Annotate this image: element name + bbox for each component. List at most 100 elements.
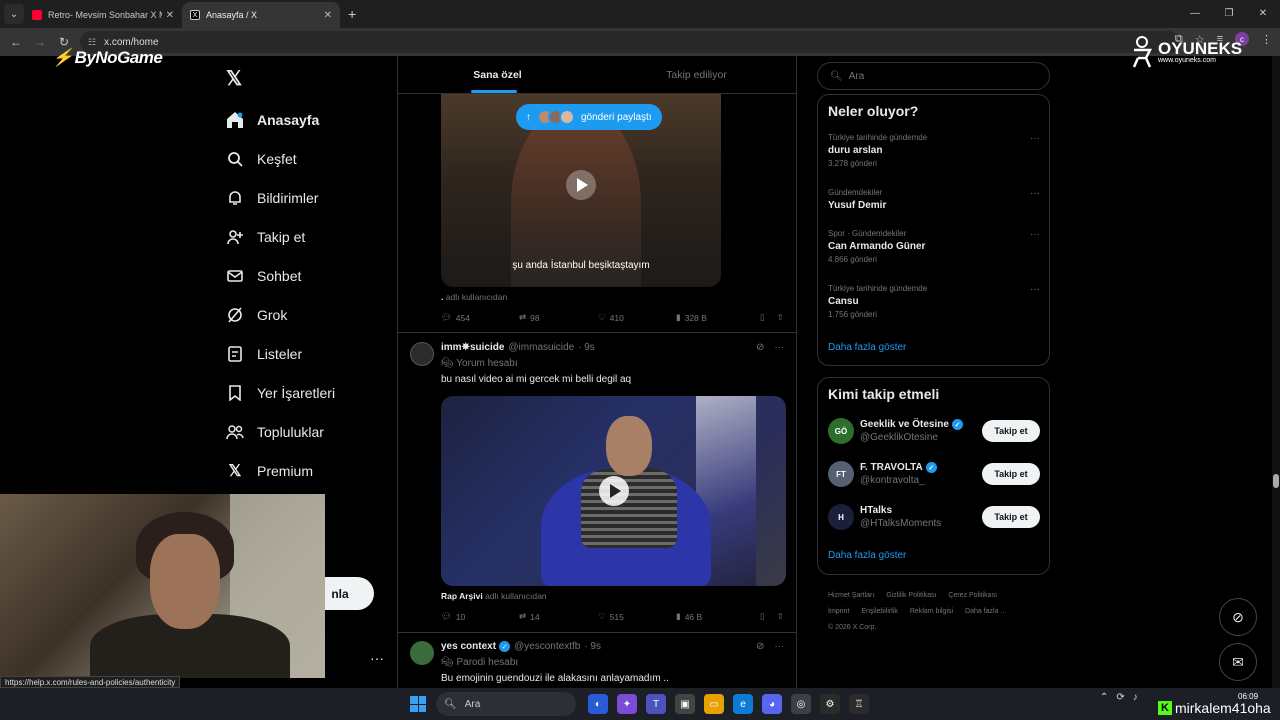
- author-name[interactable]: yes context: [441, 641, 496, 652]
- trend-item[interactable]: Spor · Gündemdekiler Can Armando Güner 4…: [828, 229, 1040, 264]
- show-more-trends-link[interactable]: Daha fazla göster: [828, 342, 906, 353]
- follow-suggestion[interactable]: H HTalks @HTalksMoments Takip et: [828, 501, 1040, 533]
- sidebar-item-premium[interactable]: 𝕏 Premium: [226, 451, 335, 490]
- like-button[interactable]: ♡ 410: [598, 312, 676, 323]
- repost-button[interactable]: ⇄ 14: [519, 611, 598, 622]
- close-tab-icon[interactable]: ✕: [324, 10, 332, 21]
- address-bar[interactable]: ☷ x.com/home: [80, 31, 1180, 53]
- copilot-icon[interactable]: ✦: [617, 694, 637, 714]
- reply-button[interactable]: 💬︎ 454: [441, 312, 519, 323]
- footer-link[interactable]: Çerez Politikası: [948, 592, 997, 599]
- menu-icon[interactable]: ⋮: [1261, 33, 1272, 46]
- views-button[interactable]: ▮ 328 B: [676, 312, 756, 323]
- close-window-button[interactable]: ✕: [1246, 0, 1280, 28]
- sidebar-item-follow[interactable]: Takip et: [226, 217, 335, 256]
- browser-tab-x[interactable]: X Anasayfa / X ✕: [182, 2, 340, 28]
- microphone-icon[interactable]: ♪: [1133, 692, 1138, 703]
- avatar[interactable]: [410, 342, 434, 366]
- follow-button[interactable]: Takip et: [982, 506, 1040, 528]
- sidebar-item-bookmarks[interactable]: Yer İşaretleri: [226, 373, 335, 412]
- folder-icon[interactable]: ▭: [704, 694, 724, 714]
- teams-icon[interactable]: T: [646, 694, 666, 714]
- store-icon[interactable]: ▣: [675, 694, 695, 714]
- search-input[interactable]: 🔍︎ Ara: [817, 62, 1050, 90]
- edge-icon[interactable]: e: [733, 694, 753, 714]
- sidebar-item-grok[interactable]: Grok: [226, 295, 335, 334]
- chevron-up-icon[interactable]: ⌃: [1100, 692, 1108, 703]
- site-info-icon[interactable]: ☷: [88, 37, 96, 48]
- repost-button[interactable]: ⇄ 98: [519, 312, 598, 323]
- sidebar-item-home[interactable]: Anasayfa: [226, 100, 335, 139]
- tab-search-dropdown[interactable]: ⌄: [4, 4, 24, 24]
- more-icon[interactable]: ···: [1030, 133, 1040, 144]
- more-icon[interactable]: ···: [1030, 229, 1040, 240]
- taskbar-search[interactable]: 🔍︎ Ara: [436, 692, 576, 716]
- start-button[interactable]: [410, 696, 426, 712]
- like-button[interactable]: ♡ 515: [598, 611, 676, 622]
- tweet-time[interactable]: · 9s: [584, 641, 601, 652]
- tweet-time[interactable]: · 9s: [578, 342, 595, 353]
- network-icon[interactable]: ⟳: [1116, 692, 1124, 703]
- sidebar-item-chat[interactable]: Sohbet: [226, 256, 335, 295]
- new-tab-button[interactable]: +: [348, 6, 356, 22]
- app-icon[interactable]: ◐: [588, 694, 608, 714]
- bookmark-icon[interactable]: ▯: [760, 312, 765, 323]
- maximize-button[interactable]: ❐: [1212, 0, 1246, 28]
- sidebar-item-communities[interactable]: Topluluklar: [226, 412, 335, 451]
- play-icon[interactable]: [599, 476, 629, 506]
- minimize-button[interactable]: —: [1178, 0, 1212, 28]
- show-more-suggestions-link[interactable]: Daha fazla göster: [828, 550, 906, 561]
- bookmark-icon[interactable]: ▯: [760, 611, 765, 622]
- scrollbar-thumb[interactable]: [1273, 474, 1279, 488]
- tab-for-you[interactable]: Sana özel: [398, 56, 597, 93]
- author-name[interactable]: imm✵suicide: [441, 342, 504, 353]
- follow-button[interactable]: Takip et: [982, 463, 1040, 485]
- grok-icon[interactable]: ⊘: [756, 342, 764, 353]
- trend-item[interactable]: Türkiye tarihinde gündemde Cansu 1.756 g…: [828, 284, 1040, 319]
- play-icon[interactable]: [566, 170, 596, 200]
- tab-following[interactable]: Takip ediliyor: [597, 56, 796, 93]
- more-icon[interactable]: ···: [1030, 284, 1040, 295]
- footer-link[interactable]: Reklam bilgisi: [910, 608, 953, 615]
- chrome-icon[interactable]: ◎: [791, 694, 811, 714]
- attribution-name[interactable]: Rap Arşivi: [441, 591, 483, 601]
- more-icon[interactable]: ···: [774, 641, 784, 652]
- footer-link[interactable]: Gizlilik Politikası: [886, 592, 936, 599]
- new-posts-pill[interactable]: ↑ gönderi paylaştı: [516, 104, 662, 130]
- follow-suggestion[interactable]: FT F. TRAVOLTA ✓ @kontravolta_ Takip et: [828, 458, 1040, 490]
- footer-link[interactable]: İmprint: [828, 608, 849, 615]
- forward-button[interactable]: →: [28, 35, 52, 49]
- footer-link[interactable]: Daha fazla ...: [965, 608, 1006, 615]
- footer-link[interactable]: Erişilebilirlik: [861, 608, 898, 615]
- attribution-name[interactable]: .: [441, 292, 443, 302]
- sidebar-item-lists[interactable]: Listeler: [226, 334, 335, 373]
- follow-suggestion[interactable]: GÖ Geeklik ve Ötesine ✓ @GeeklikOtesine T…: [828, 415, 1040, 447]
- more-icon[interactable]: ···: [774, 342, 784, 353]
- x-home-logo[interactable]: 𝕏: [226, 66, 242, 91]
- reload-button[interactable]: ↻: [52, 35, 76, 49]
- grok-fab-button[interactable]: ⊘: [1219, 598, 1257, 636]
- views-button[interactable]: ▮ 46 B: [676, 611, 756, 622]
- app-icon[interactable]: ⚙: [820, 694, 840, 714]
- sidebar-item-explore[interactable]: Keşfet: [226, 139, 335, 178]
- back-button[interactable]: ←: [4, 35, 28, 49]
- follow-button[interactable]: Takip et: [982, 420, 1040, 442]
- trend-item[interactable]: Gündemdekiler Yusuf Demir ···: [828, 188, 1040, 211]
- page-scrollbar[interactable]: [1272, 56, 1280, 688]
- share-icon[interactable]: ⇧: [777, 611, 784, 622]
- footer-link[interactable]: Hizmet Şartları: [828, 592, 874, 599]
- grok-icon[interactable]: ⊘: [756, 641, 764, 652]
- messages-fab-button[interactable]: ✉: [1219, 643, 1257, 681]
- discord-icon[interactable]: ◕: [762, 694, 782, 714]
- trend-item[interactable]: Türkiye tarihinde gündemde duru arslan 3…: [828, 133, 1040, 168]
- author-handle[interactable]: @immasuicide: [508, 342, 574, 353]
- account-menu-icon[interactable]: ···: [370, 650, 384, 666]
- avatar[interactable]: [410, 641, 434, 665]
- tweet-video[interactable]: [441, 396, 786, 586]
- browser-tab-youtube[interactable]: Retro- Mevsim Sonbahar X MV ✕: [24, 2, 182, 28]
- more-icon[interactable]: ···: [1030, 188, 1040, 199]
- close-tab-icon[interactable]: ✕: [166, 10, 174, 21]
- sidebar-item-notifications[interactable]: Bildirimler: [226, 178, 335, 217]
- share-icon[interactable]: ⇧: [777, 312, 784, 323]
- reply-button[interactable]: 💬︎ 10: [441, 611, 519, 622]
